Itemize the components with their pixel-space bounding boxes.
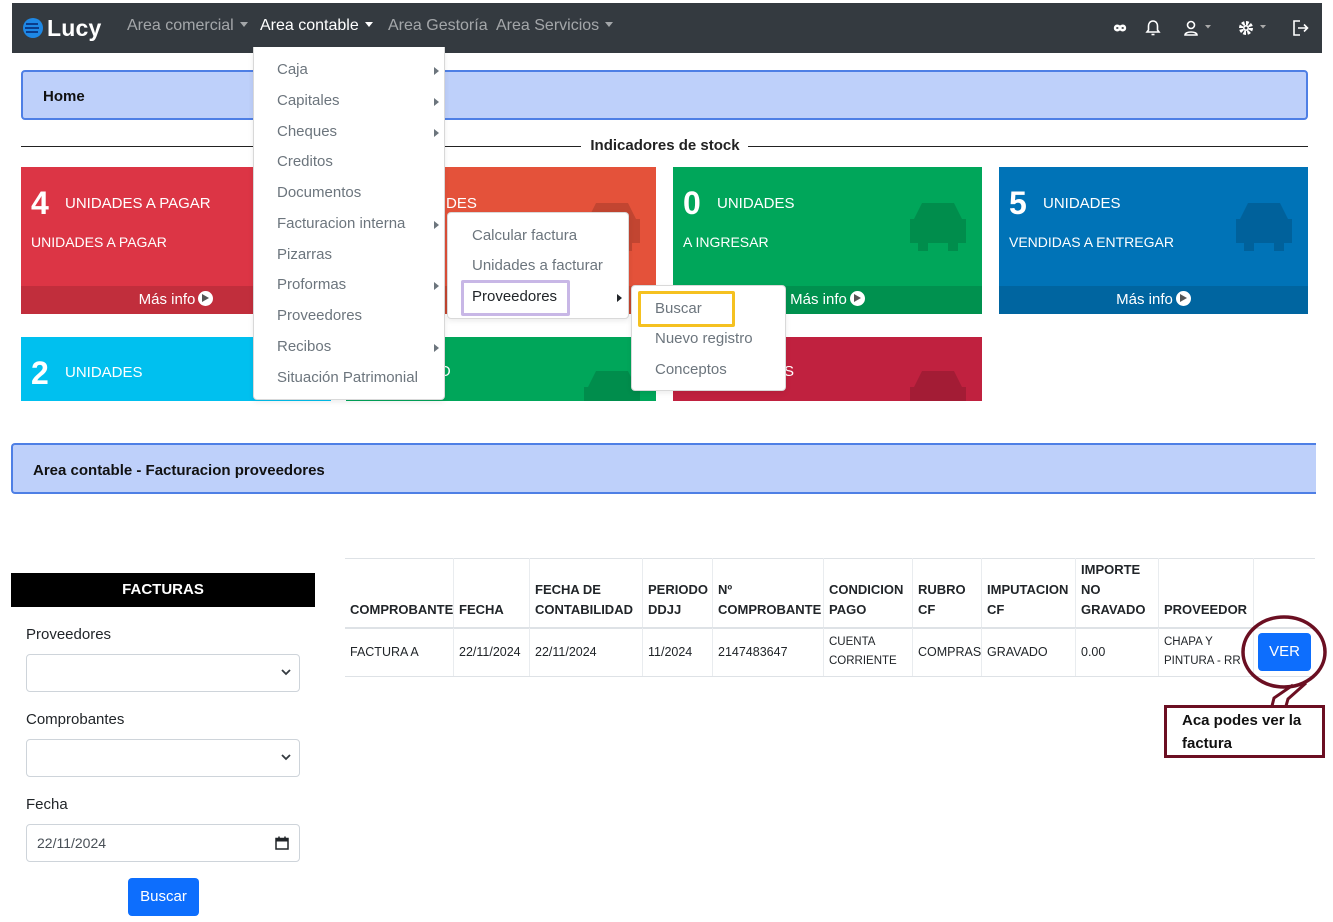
comprobantes-label: Comprobantes [26, 711, 125, 728]
col-header-fecha-contabilidad: FECHA DE CONTABILIDAD [530, 558, 643, 628]
top-navbar: Lucy Area comercial Area contable Area G… [12, 3, 1322, 53]
facturas-header: FACTURAS [11, 573, 315, 607]
caret-down-icon [364, 22, 373, 27]
arrow-circle-right-icon [198, 291, 214, 306]
col-header-condicion-pago: CONDICION PAGO [824, 558, 913, 628]
area-contable-menu: Caja Capitales Cheques Creditos Document… [253, 47, 445, 400]
stock-box-vendidas: 5 UNIDADES VENDIDAS A ENTREGAR Más info [999, 167, 1308, 314]
caret-right-icon [434, 282, 439, 290]
caret-right-icon [434, 67, 439, 75]
stock-heading: Indicadores de stock [590, 137, 740, 154]
proveedores-select[interactable] [26, 654, 300, 692]
table-cell-importe: 0.00 [1076, 628, 1159, 676]
car-icon [910, 371, 966, 401]
box-subtitle: VENDIDAS A ENTREGAR [1009, 234, 1174, 250]
nav-area-servicios[interactable]: Area Servicios [496, 3, 614, 53]
table-cell-fecha: 22/11/2024 [454, 628, 530, 676]
col-header-fecha: FECHA [454, 558, 530, 628]
nav-area-gestoria[interactable]: Area Gestoría [388, 3, 488, 53]
col-header-periodo-ddjj: PERIODO DDJJ [643, 558, 713, 628]
box-title: DES [446, 195, 477, 212]
col-header-nro-comprobante: Nº COMPROBANTE [713, 558, 824, 628]
nav-area-contable[interactable]: Area contable [260, 3, 373, 53]
section-title: Area contable - Facturacion proveedores [33, 462, 325, 479]
box-number: 5 [1009, 185, 1027, 221]
calendar-icon[interactable] [275, 836, 289, 850]
nav-area-comercial[interactable]: Area comercial [127, 3, 248, 53]
bell-icon[interactable] [1145, 18, 1161, 38]
chevron-down-icon [281, 754, 291, 761]
table-cell-nro-comprobante: 2147483647 [713, 628, 824, 676]
car-icon [1236, 203, 1292, 251]
mas-info-link[interactable]: Más info [999, 286, 1308, 314]
box-number: 2 [31, 355, 49, 391]
caret-right-icon [434, 221, 439, 229]
box-number: 4 [31, 185, 49, 221]
fecha-label: Fecha [26, 796, 68, 813]
table-cell-rubro: COMPRAS [913, 628, 982, 676]
table-cell-periodo: 11/2024 [643, 628, 713, 676]
proveedores-submenu: Buscar Nuevo registro Conceptos [631, 285, 786, 391]
box-title: UNIDADES A PAGAR [65, 195, 211, 212]
logout-icon[interactable] [1291, 18, 1309, 38]
col-header-comprobante: COMPROBANTE [345, 558, 454, 628]
caret-right-icon [617, 294, 622, 302]
divider [748, 146, 1308, 147]
box-number: 0 [683, 185, 701, 221]
fecha-input[interactable]: 22/11/2024 [26, 824, 300, 862]
chevron-down-icon [281, 669, 291, 676]
facturacion-interna-submenu: Calcular factura Unidades a facturar Pro… [447, 212, 629, 319]
buscar-button[interactable]: Buscar [128, 878, 199, 916]
ver-button[interactable]: VER [1258, 633, 1311, 671]
col-header-rubro-cf: RUBRO CF [913, 558, 982, 628]
arrow-circle-right-icon [1175, 291, 1191, 306]
box-subtitle: A INGRESAR [683, 234, 769, 250]
home-breadcrumb: Home [21, 70, 1308, 120]
arrow-circle-right-icon [849, 291, 865, 306]
box-title: UNIDADES [1043, 195, 1121, 212]
gear-icon[interactable] [1238, 18, 1270, 38]
caret-right-icon [434, 129, 439, 137]
caret-right-icon [434, 344, 439, 352]
caret-down-icon [605, 22, 614, 27]
infinity-icon[interactable] [1110, 18, 1130, 38]
box-subtitle: UNIDADES A PAGAR [31, 234, 167, 250]
home-label: Home [43, 88, 85, 105]
proveedores-label: Proveedores [26, 626, 112, 643]
table-cell-condicion-pago: CUENTA CORRIENTE [824, 628, 913, 676]
brand-name: Lucy [47, 14, 102, 41]
annotation-callout: Aca podes ver la factura [1164, 705, 1325, 758]
brand[interactable]: Lucy [22, 13, 101, 43]
section-breadcrumb: Area contable - Facturacion proveedores [11, 443, 1316, 494]
table-cell-comprobante: FACTURA A [345, 628, 454, 676]
car-icon [910, 203, 966, 251]
box-title: UNIDADES [717, 195, 795, 212]
lucy-logo-icon [23, 18, 43, 38]
col-header-imputacion-cf: IMPUTACION CF [982, 558, 1076, 628]
col-header-importe-no-gravado: IMPORTE NO GRAVADO [1076, 558, 1159, 628]
table-cell-fecha-contabilidad: 22/11/2024 [530, 628, 643, 676]
caret-right-icon [434, 98, 439, 106]
user-icon[interactable] [1183, 18, 1215, 38]
table-cell-imputacion: GRAVADO [982, 628, 1076, 676]
caret-down-icon [239, 22, 248, 27]
comprobantes-select[interactable] [26, 739, 300, 777]
box-title: UNIDADES [65, 364, 143, 381]
annotation-text: Aca podes ver la factura [1182, 712, 1302, 752]
